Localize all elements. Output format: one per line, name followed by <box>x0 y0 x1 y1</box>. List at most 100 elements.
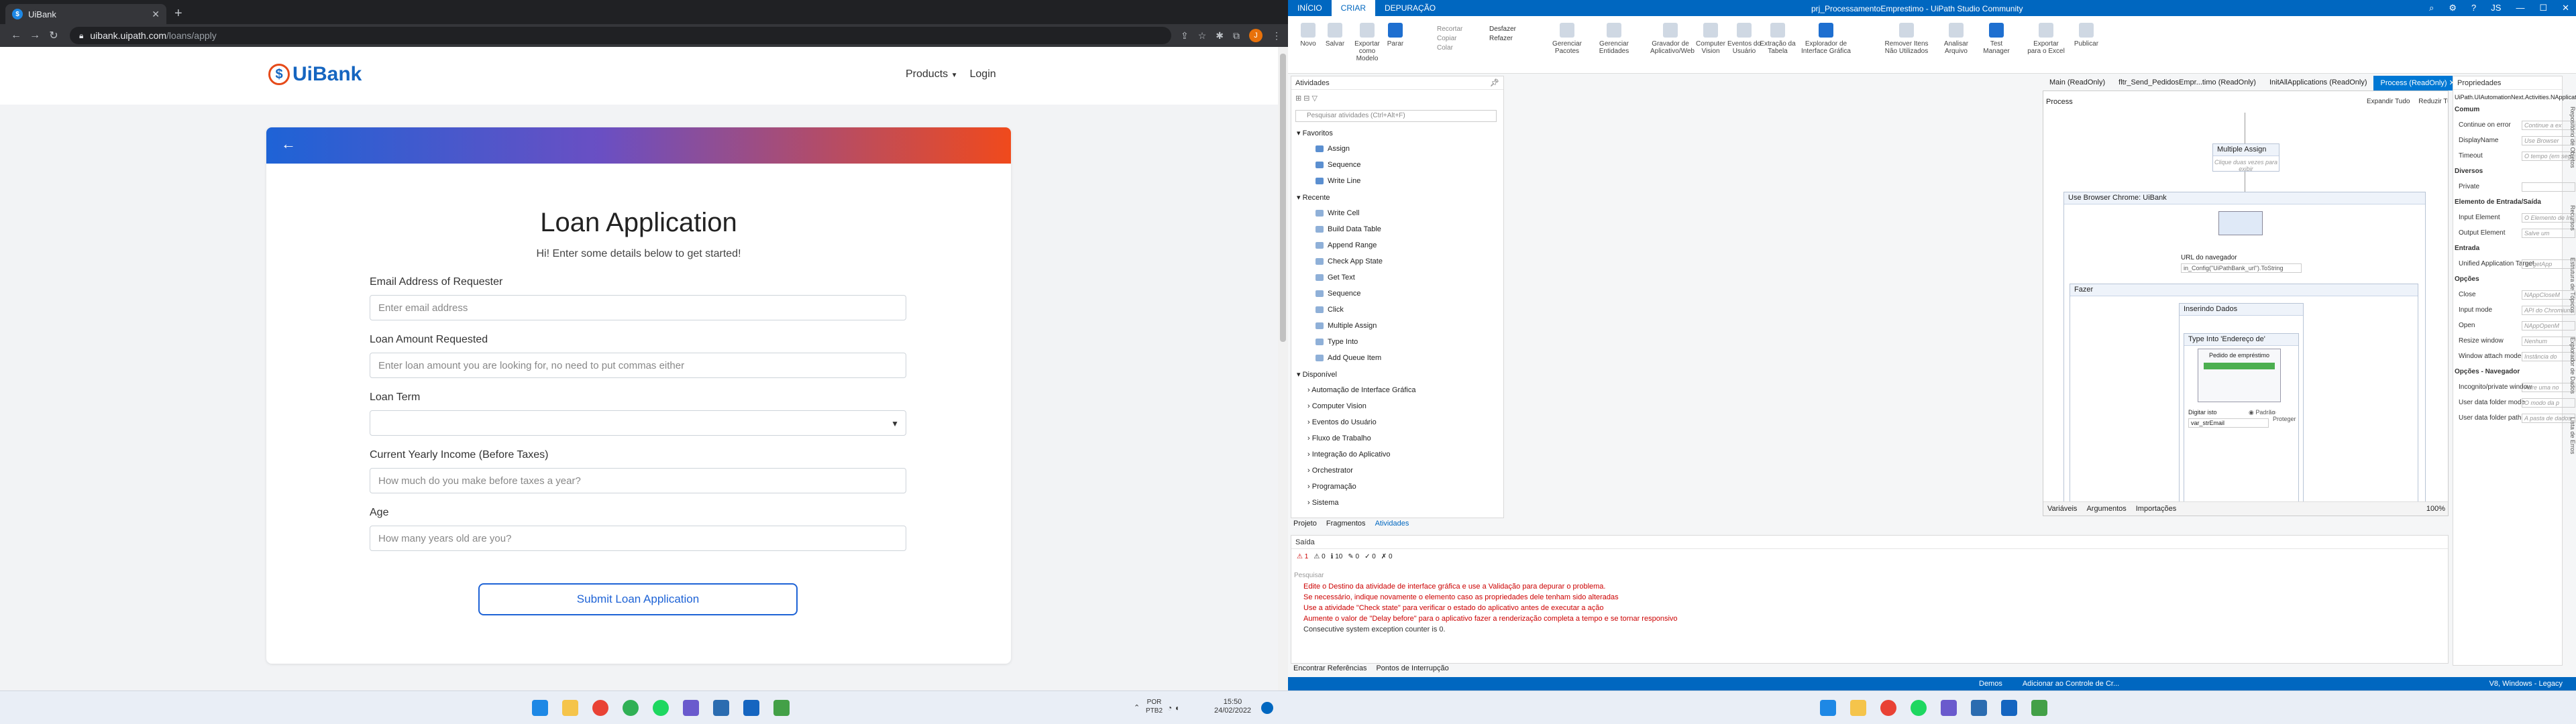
tab-argumentos[interactable]: Argumentos <box>2086 505 2126 514</box>
cut-button[interactable]: Recortar <box>1437 25 1462 33</box>
radio-default[interactable]: ◉ Padrão <box>2249 409 2275 416</box>
back-icon[interactable]: ← <box>7 29 25 42</box>
redo-button[interactable]: Refazer <box>1489 35 1513 42</box>
side-tab-outline[interactable]: Estrutura de Tópicos <box>2564 248 2576 322</box>
side-tab-object-repo[interactable]: Repositório de Objetos <box>2564 87 2576 188</box>
zoom-value[interactable]: 100% <box>2426 505 2445 514</box>
page-scrollbar[interactable] <box>1278 47 1288 690</box>
category-item[interactable]: › Fluxo de Trabalho <box>1307 434 1371 442</box>
spotify-icon[interactable] <box>653 700 669 716</box>
notification-icon[interactable] <box>1261 702 1273 714</box>
app-icon[interactable] <box>1971 700 1987 716</box>
windows-start-icon[interactable] <box>1820 700 1836 716</box>
side-tab-data-explorer[interactable]: Explorador de Dados <box>2564 328 2576 402</box>
close-icon[interactable]: ✕ <box>2562 3 2569 13</box>
tab-fragmentos[interactable]: Fragmentos <box>1326 520 1366 528</box>
file-explorer-icon[interactable] <box>1850 700 1866 716</box>
extensions-puzzle-icon[interactable]: ⧉ <box>1233 30 1240 42</box>
category-item[interactable]: › Automação de Interface Gráfica <box>1307 386 1415 394</box>
expand-all-link[interactable]: Expandir Tudo <box>2367 98 2410 105</box>
share-icon[interactable]: ⇪ <box>1181 30 1189 42</box>
app-icon[interactable] <box>713 700 729 716</box>
success-count[interactable]: ✓ 0 <box>1364 553 1376 560</box>
back-arrow-icon[interactable]: ← <box>281 135 296 153</box>
manage-entities-button[interactable]: Gerenciar Entidades <box>1594 23 1634 55</box>
new-tab-icon[interactable]: + <box>174 6 182 21</box>
spotify-icon[interactable] <box>1911 700 1927 716</box>
stop-button[interactable]: Parar <box>1375 23 1415 48</box>
income-input[interactable]: How much do you make before taxes a year… <box>370 468 906 493</box>
recent-item[interactable]: Sequence <box>1316 290 1361 298</box>
browser-tab[interactable]: $ UiBank ✕ <box>5 4 166 24</box>
breadcrumb[interactable]: Process <box>2046 98 2073 106</box>
props-section[interactable]: Entrada <box>2455 245 2479 252</box>
browser-menu-icon[interactable]: ⋮ <box>1272 30 1281 42</box>
props-section[interactable]: Elemento de Entrada/Saída <box>2455 198 2541 206</box>
clock[interactable]: 15:50 24/02/2022 <box>1214 698 1251 715</box>
language-indicator[interactable]: POR PTB2 <box>1146 698 1163 715</box>
available-node[interactable]: ▾ Disponível <box>1297 370 1337 379</box>
recent-node[interactable]: ▾ Recente <box>1297 193 1330 202</box>
export-excel-button[interactable]: Exportar para o Excel <box>2026 23 2066 55</box>
settings-gear-icon[interactable]: ⚙ <box>2449 3 2457 13</box>
reload-icon[interactable]: ↻ <box>44 29 63 42</box>
forward-icon[interactable]: → <box>25 29 44 42</box>
nav-products[interactable]: Products ▼ <box>906 68 958 80</box>
minimize-icon[interactable]: — <box>2516 3 2524 13</box>
vscode-icon[interactable] <box>1941 700 1957 716</box>
warning-count[interactable]: ⚠ 0 <box>1313 553 1325 560</box>
help-icon[interactable]: ? <box>2471 3 2476 13</box>
props-section[interactable]: Diversos <box>2455 168 2483 175</box>
type-into-activity[interactable]: Type Into 'Endereço de' Pedido de emprés… <box>2184 333 2299 514</box>
trace-count[interactable]: ✎ 0 <box>1348 553 1359 560</box>
category-item[interactable]: › Orchestrator <box>1307 467 1353 475</box>
email-input[interactable]: Enter email address <box>370 295 906 320</box>
recent-item[interactable]: Append Range <box>1316 241 1377 249</box>
ui-explorer-button[interactable]: Explorador de Interface Gráfica <box>1798 23 1854 55</box>
analyze-file-button[interactable]: Analisar Arquivo <box>1936 23 1976 55</box>
doc-tab[interactable]: InitAllApplications (ReadOnly) <box>2263 76 2374 90</box>
info-count[interactable]: ℹ 10 <box>1331 553 1343 560</box>
fail-count[interactable]: ✗ 0 <box>1381 553 1393 560</box>
search-icon[interactable]: ⌕ <box>2429 3 2434 13</box>
loan-term-select[interactable]: ▼ <box>370 410 906 436</box>
vscode-icon[interactable] <box>683 700 699 716</box>
url-bar[interactable]: 🔒︎ uibank.uipath.com/loans/apply <box>70 27 1171 44</box>
chrome-icon[interactable] <box>1880 700 1896 716</box>
status-demos[interactable]: Demos <box>1979 680 2002 688</box>
props-section[interactable]: Comum <box>2455 106 2479 113</box>
maximize-icon[interactable]: ☐ <box>2539 3 2547 13</box>
fav-assign[interactable]: Assign <box>1316 145 1350 153</box>
status-runtime[interactable]: V8, Windows - Legacy <box>2489 680 2563 688</box>
extension-icon[interactable]: ✱ <box>1216 30 1224 42</box>
uibank-logo[interactable]: $ UiBank <box>268 63 362 86</box>
user-avatar[interactable]: JS <box>2491 3 2501 13</box>
doc-tab[interactable]: Main (ReadOnly) <box>2043 76 2112 90</box>
url-expression-input[interactable]: in_Config("UiPathBank_url").ToString <box>2181 263 2302 273</box>
tab-importacoes[interactable]: Importações <box>2136 505 2177 514</box>
remove-unused-button[interactable]: Remover Itens Não Utilizados <box>1878 23 1935 55</box>
tab-inicio[interactable]: INÍCIO <box>1288 0 1332 16</box>
paste-button[interactable]: Colar <box>1437 44 1453 52</box>
activities-search-input[interactable]: Pesquisar atividades (Ctrl+Alt+F) <box>1295 110 1497 122</box>
app-icon[interactable] <box>773 700 790 716</box>
uipath-icon[interactable] <box>743 700 759 716</box>
tab-breakpoints[interactable]: Pontos de Interrupção <box>1376 664 1448 672</box>
props-section[interactable]: Opções <box>2455 276 2479 283</box>
publish-button[interactable]: Publicar <box>2066 23 2106 48</box>
tab-atividades[interactable]: Atividades <box>1375 520 1409 528</box>
doc-tab[interactable]: fltr_Send_PedidosEmpr...timo (ReadOnly) <box>2112 76 2263 90</box>
category-item[interactable]: › Sistema <box>1307 499 1338 507</box>
radio-protect[interactable]: ○ Proteger <box>2273 409 2298 422</box>
tab-variaveis[interactable]: Variáveis <box>2047 505 2077 514</box>
type-value-input[interactable]: var_strEmail <box>2188 418 2269 428</box>
category-item[interactable]: › Eventos do Usuário <box>1307 418 1377 426</box>
table-extraction-button[interactable]: Extração da Tabela <box>1758 23 1798 55</box>
app-icon[interactable] <box>2031 700 2047 716</box>
inserting-data-sequence[interactable]: Inserindo Dados Type Into 'Endereço de' … <box>2179 303 2304 516</box>
use-browser-activity[interactable]: Use Browser Chrome: UiBank URL do navega… <box>2063 192 2426 516</box>
bookmark-star-icon[interactable]: ☆ <box>1198 30 1207 42</box>
recent-item[interactable]: Build Data Table <box>1316 225 1381 233</box>
side-tab-resources[interactable]: Recursos <box>2564 194 2576 241</box>
tab-criar[interactable]: CRIAR <box>1331 0 1376 16</box>
